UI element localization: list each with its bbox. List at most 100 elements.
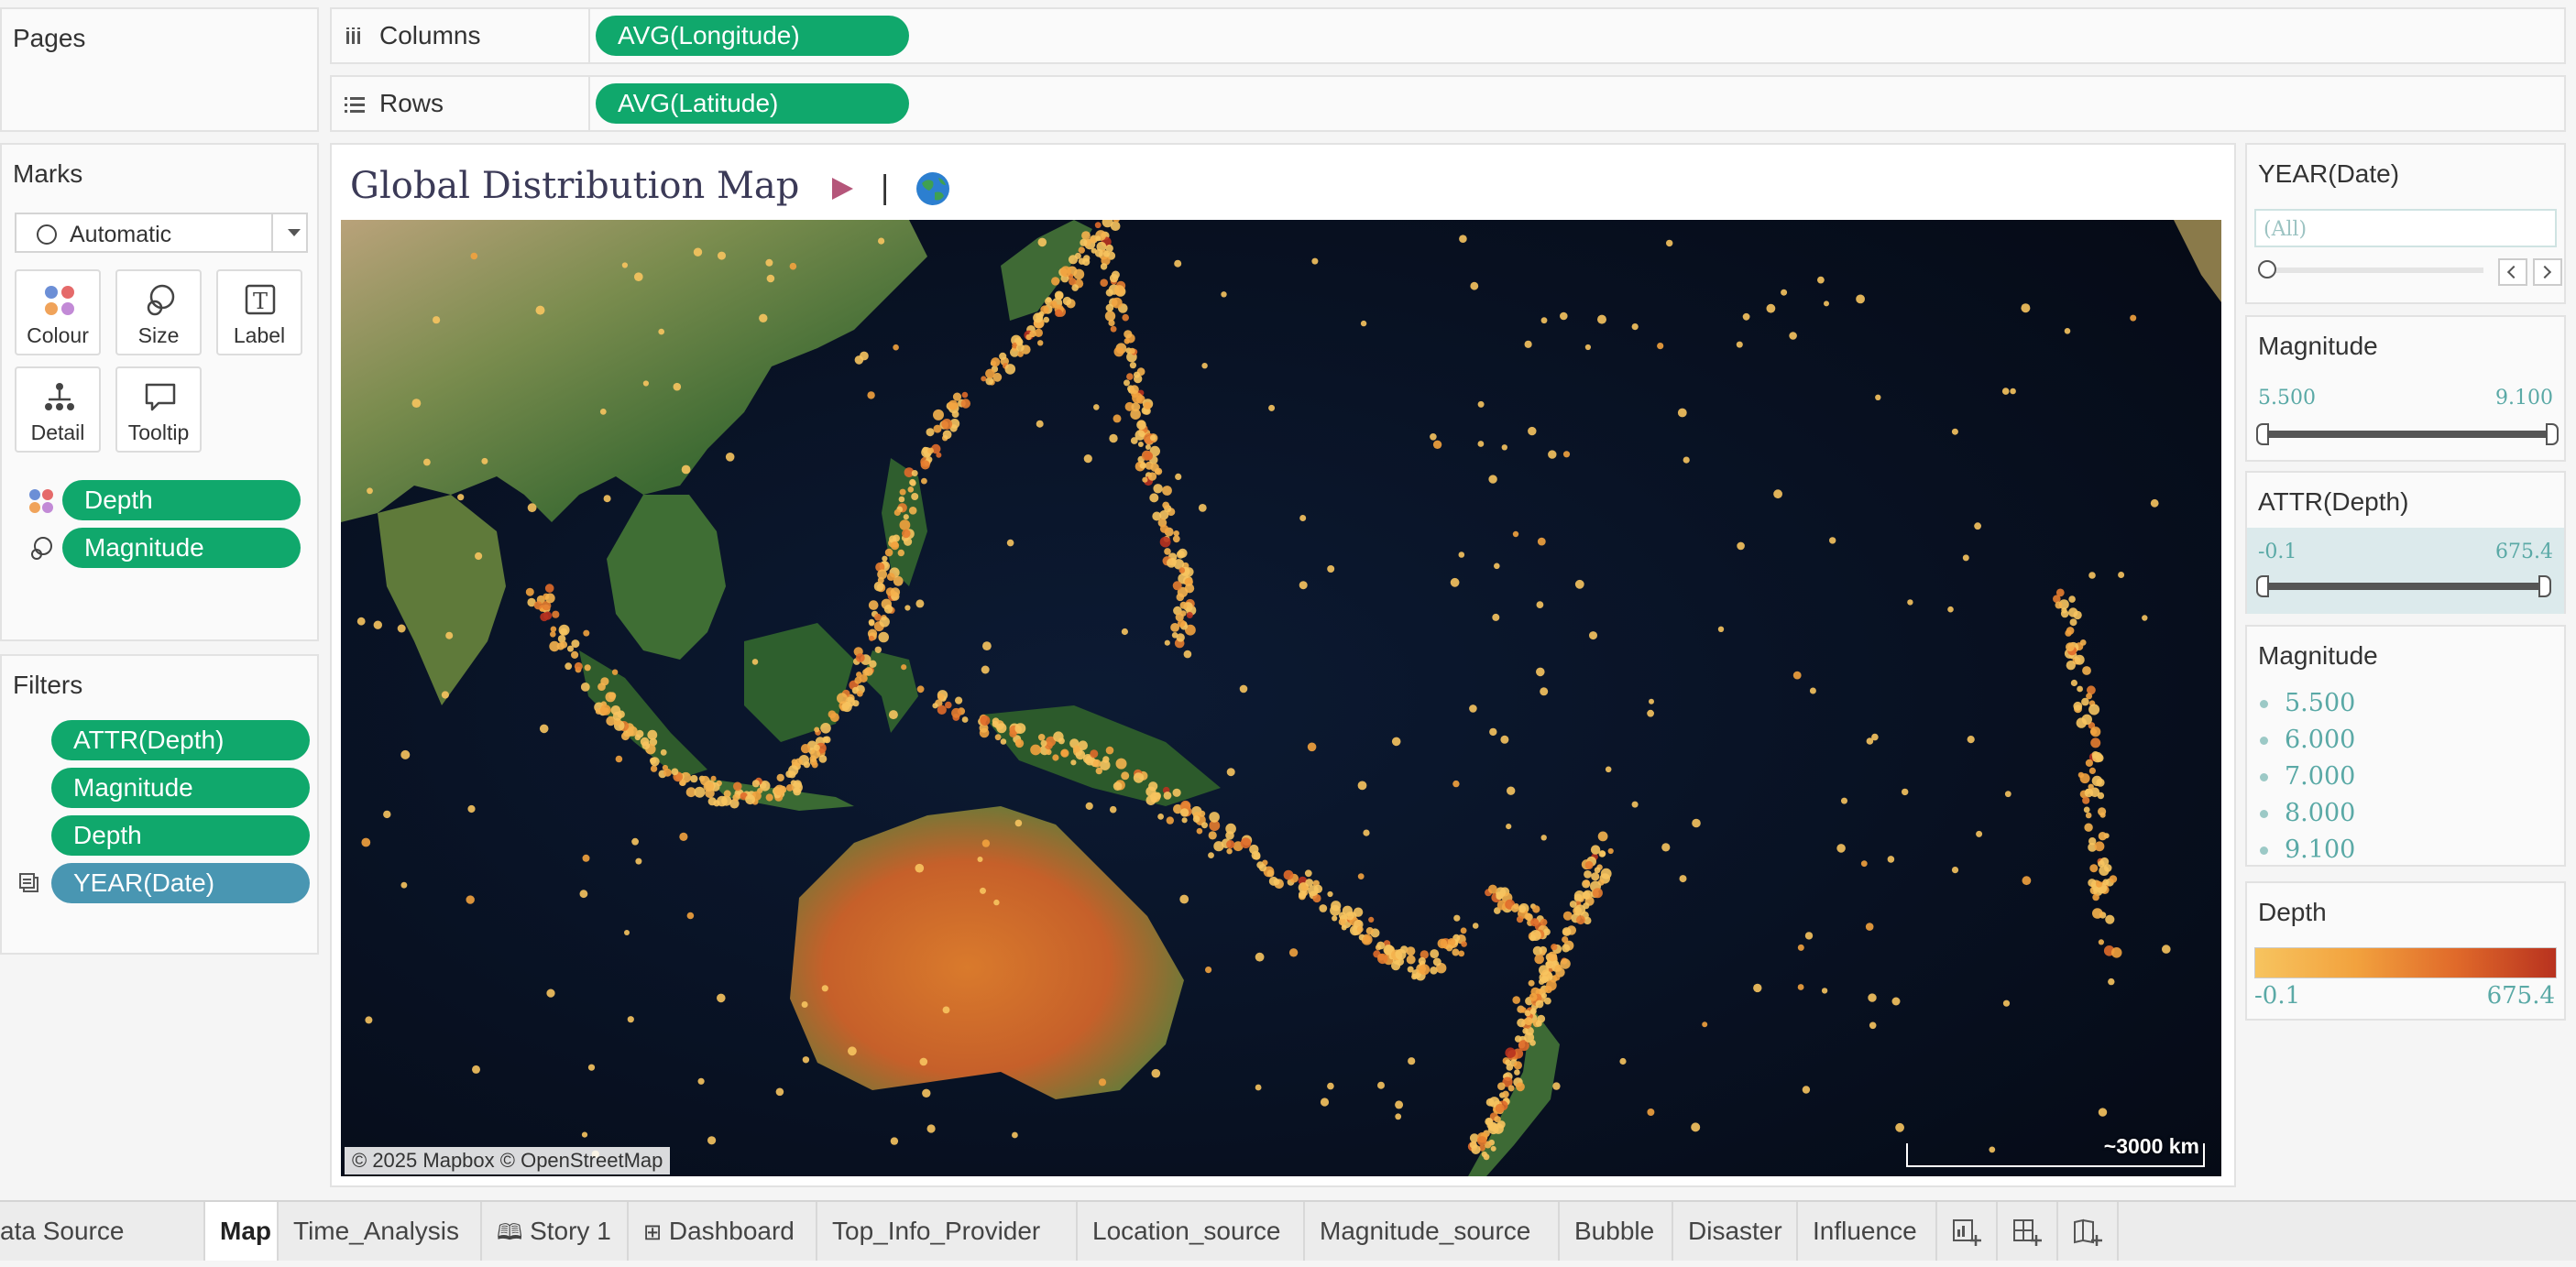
- earthquake-point[interactable]: [1208, 831, 1217, 840]
- earthquake-point[interactable]: [878, 237, 885, 245]
- earthquake-point[interactable]: [624, 930, 630, 935]
- earthquake-point[interactable]: [1357, 873, 1365, 879]
- earthquake-point[interactable]: [893, 534, 900, 542]
- earthquake-point[interactable]: [904, 537, 913, 546]
- earthquake-point[interactable]: [1226, 768, 1235, 777]
- earthquake-point[interactable]: [1154, 468, 1161, 475]
- earthquake-point[interactable]: [1514, 1069, 1520, 1076]
- earthquake-point[interactable]: [1142, 476, 1148, 483]
- earthquake-point[interactable]: [470, 252, 478, 260]
- earthquake-point[interactable]: [611, 669, 619, 675]
- earthquake-point[interactable]: [2055, 601, 2063, 609]
- earthquake-point[interactable]: [1512, 530, 1519, 538]
- earthquake-point[interactable]: [951, 707, 961, 718]
- earthquake-point[interactable]: [1178, 548, 1188, 558]
- earthquake-point[interactable]: [1951, 867, 1959, 874]
- depth-slider-track[interactable]: [2264, 583, 2548, 590]
- earthquake-point[interactable]: [960, 399, 970, 409]
- tab-data-source[interactable]: ata Source: [0, 1202, 205, 1261]
- earthquake-point[interactable]: [1100, 759, 1111, 770]
- tab-influence[interactable]: Influence: [1798, 1202, 1937, 1261]
- earthquake-point[interactable]: [1865, 923, 1874, 931]
- size-legend-item[interactable]: 7.000: [2260, 762, 2355, 791]
- earthquake-point[interactable]: [883, 605, 893, 614]
- columns-pill[interactable]: AVG(Longitude): [596, 16, 909, 56]
- earthquake-point[interactable]: [765, 258, 773, 267]
- earthquake-point[interactable]: [1488, 1121, 1498, 1131]
- earthquake-point[interactable]: [1166, 816, 1174, 825]
- earthquake-point[interactable]: [1470, 281, 1479, 290]
- earthquake-point[interactable]: [1046, 297, 1052, 303]
- earthquake-point[interactable]: [2004, 791, 2011, 798]
- earthquake-point[interactable]: [1619, 1057, 1627, 1065]
- earthquake-point[interactable]: [961, 716, 969, 723]
- earthquake-point[interactable]: [1124, 338, 1130, 344]
- earthquake-point[interactable]: [1666, 239, 1673, 247]
- earthquake-point[interactable]: [1115, 758, 1127, 770]
- earthquake-point[interactable]: [1452, 780, 1460, 788]
- earthquake-point[interactable]: [2084, 823, 2093, 832]
- earthquake-point[interactable]: [1153, 484, 1163, 494]
- earthquake-point[interactable]: [1332, 915, 1338, 922]
- earthquake-point[interactable]: [2095, 753, 2104, 762]
- earthquake-point[interactable]: [481, 457, 488, 464]
- earthquake-point[interactable]: [2088, 767, 2096, 775]
- earthquake-point[interactable]: [911, 493, 919, 500]
- earthquake-point[interactable]: [1268, 404, 1276, 411]
- earthquake-point[interactable]: [1537, 537, 1546, 546]
- earthquake-point[interactable]: [1488, 475, 1497, 484]
- earthquake-point[interactable]: [1327, 890, 1333, 898]
- earthquake-point[interactable]: [1529, 1009, 1536, 1015]
- earthquake-point[interactable]: [718, 251, 726, 260]
- earthquake-point[interactable]: [1356, 925, 1364, 933]
- earthquake-point[interactable]: [1540, 918, 1548, 926]
- earthquake-point[interactable]: [789, 262, 797, 270]
- earthquake-point[interactable]: [1109, 274, 1119, 283]
- earthquake-point[interactable]: [599, 704, 611, 715]
- earthquake-point[interactable]: [1121, 771, 1130, 781]
- tab-disaster[interactable]: Disaster: [1673, 1202, 1798, 1261]
- earthquake-point[interactable]: [860, 351, 869, 361]
- earthquake-point[interactable]: [1172, 535, 1180, 543]
- earthquake-point[interactable]: [1560, 311, 1568, 321]
- magnitude-slider-thumb-min[interactable]: [2256, 423, 2269, 445]
- earthquake-point[interactable]: [981, 376, 987, 382]
- earthquake-point[interactable]: [1869, 1021, 1877, 1030]
- earthquake-point[interactable]: [952, 392, 962, 401]
- earthquake-point[interactable]: [993, 899, 1000, 906]
- earthquake-point[interactable]: [919, 1057, 928, 1066]
- tab-magnitude-source[interactable]: Magnitude_source: [1305, 1202, 1560, 1261]
- earthquake-point[interactable]: [1737, 541, 1745, 551]
- earthquake-point[interactable]: [1419, 964, 1431, 976]
- earthquake-point[interactable]: [2066, 642, 2075, 652]
- earthquake-point[interactable]: [397, 624, 406, 633]
- earthquake-point[interactable]: [1051, 277, 1060, 286]
- earthquake-point[interactable]: [612, 711, 622, 721]
- earthquake-point[interactable]: [1947, 606, 1954, 613]
- earthquake-point[interactable]: [2022, 876, 2032, 886]
- earthquake-point[interactable]: [583, 629, 590, 637]
- earthquake-point[interactable]: [1494, 1116, 1501, 1123]
- earthquake-point[interactable]: [775, 1087, 784, 1097]
- earthquake-point[interactable]: [1548, 450, 1557, 459]
- earthquake-point[interactable]: [1113, 346, 1124, 357]
- earthquake-point[interactable]: [1517, 1018, 1526, 1028]
- earthquake-point[interactable]: [1406, 955, 1416, 965]
- earthquake-point[interactable]: [1151, 1068, 1161, 1078]
- earthquake-point[interactable]: [926, 428, 935, 437]
- earthquake-point[interactable]: [1308, 885, 1319, 897]
- earthquake-point[interactable]: [1540, 992, 1548, 999]
- earthquake-point[interactable]: [2098, 939, 2104, 945]
- earthquake-point[interactable]: [1092, 759, 1102, 768]
- earthquake-point[interactable]: [631, 837, 639, 846]
- earthquake-point[interactable]: [1702, 1021, 1708, 1028]
- earthquake-point[interactable]: [1518, 905, 1527, 913]
- earthquake-point[interactable]: [1122, 313, 1129, 322]
- earthquake-point[interactable]: [793, 787, 802, 796]
- earthquake-point[interactable]: [571, 650, 579, 659]
- earthquake-point[interactable]: [751, 780, 760, 788]
- earthquake-point[interactable]: [1836, 844, 1846, 853]
- earthquake-point[interactable]: [1554, 964, 1562, 972]
- earthquake-point[interactable]: [933, 424, 942, 433]
- earthquake-point[interactable]: [1183, 650, 1192, 659]
